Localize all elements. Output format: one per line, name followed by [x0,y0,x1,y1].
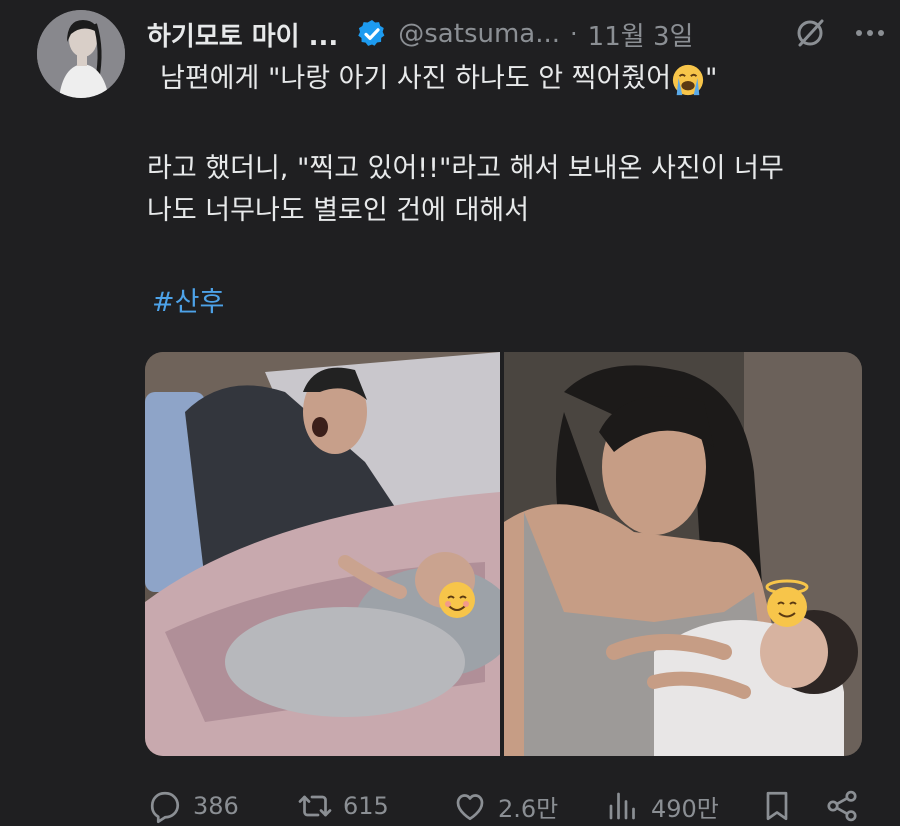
heart-icon [456,794,484,821]
tweet-date[interactable]: 11월 3일 [588,16,694,53]
slash-circle-icon[interactable] [793,16,827,50]
header-actions [793,16,887,50]
tweet-text-line2: 라고 했더니, "찍고 있어!!"라고 해서 보내온 사진이 너무 [147,153,784,184]
hashtag-link[interactable]: #산후 [152,282,872,324]
crying-emoji-icon [672,64,704,95]
avatar[interactable] [37,10,125,98]
verified-badge-icon [358,20,385,46]
share-icon [827,790,857,822]
avatar-image [37,10,125,98]
tweet-text-line3: 나도 너무나도 별로인 건에 대해서 [147,195,530,226]
tweet-text-quote-end: " [705,63,718,94]
tweet-text-part: 남편에게 "나랑 아기 사진 하나도 안 찍어줬어 [160,63,672,94]
reply-icon [150,791,180,824]
retweet-button[interactable]: 615 [297,788,389,824]
share-button[interactable] [824,788,870,824]
bookmark-button[interactable] [759,788,805,824]
retweet-count: 615 [343,792,389,820]
more-icon[interactable] [853,16,887,50]
reply-button[interactable]: 386 [147,788,239,824]
tweet-action-bar: 386 615 2.6만 490만 [147,786,862,826]
photo-right[interactable] [504,352,862,756]
views-button[interactable]: 490만 [605,788,719,824]
tweet-text-line1: 남편에게 "나랑 아기 사진 하나도 안 찍어줬어 " [160,58,880,100]
reply-count: 386 [193,792,239,820]
like-button[interactable]: 2.6만 [452,788,558,824]
tweet-media [145,352,862,756]
views-icon [609,792,635,820]
bookmark-icon [766,791,788,821]
user-handle[interactable]: @satsuma... [398,19,560,49]
photo-left[interactable] [145,352,500,756]
display-name[interactable]: 하기모토 마이 ... [147,16,338,53]
retweet-icon [298,795,332,817]
views-count: 490만 [651,794,719,823]
separator-dot: · [570,20,578,48]
like-count: 2.6만 [498,794,559,823]
tweet-header: 하기모토 마이 ... @satsuma... · 11월 3일 [147,14,887,54]
